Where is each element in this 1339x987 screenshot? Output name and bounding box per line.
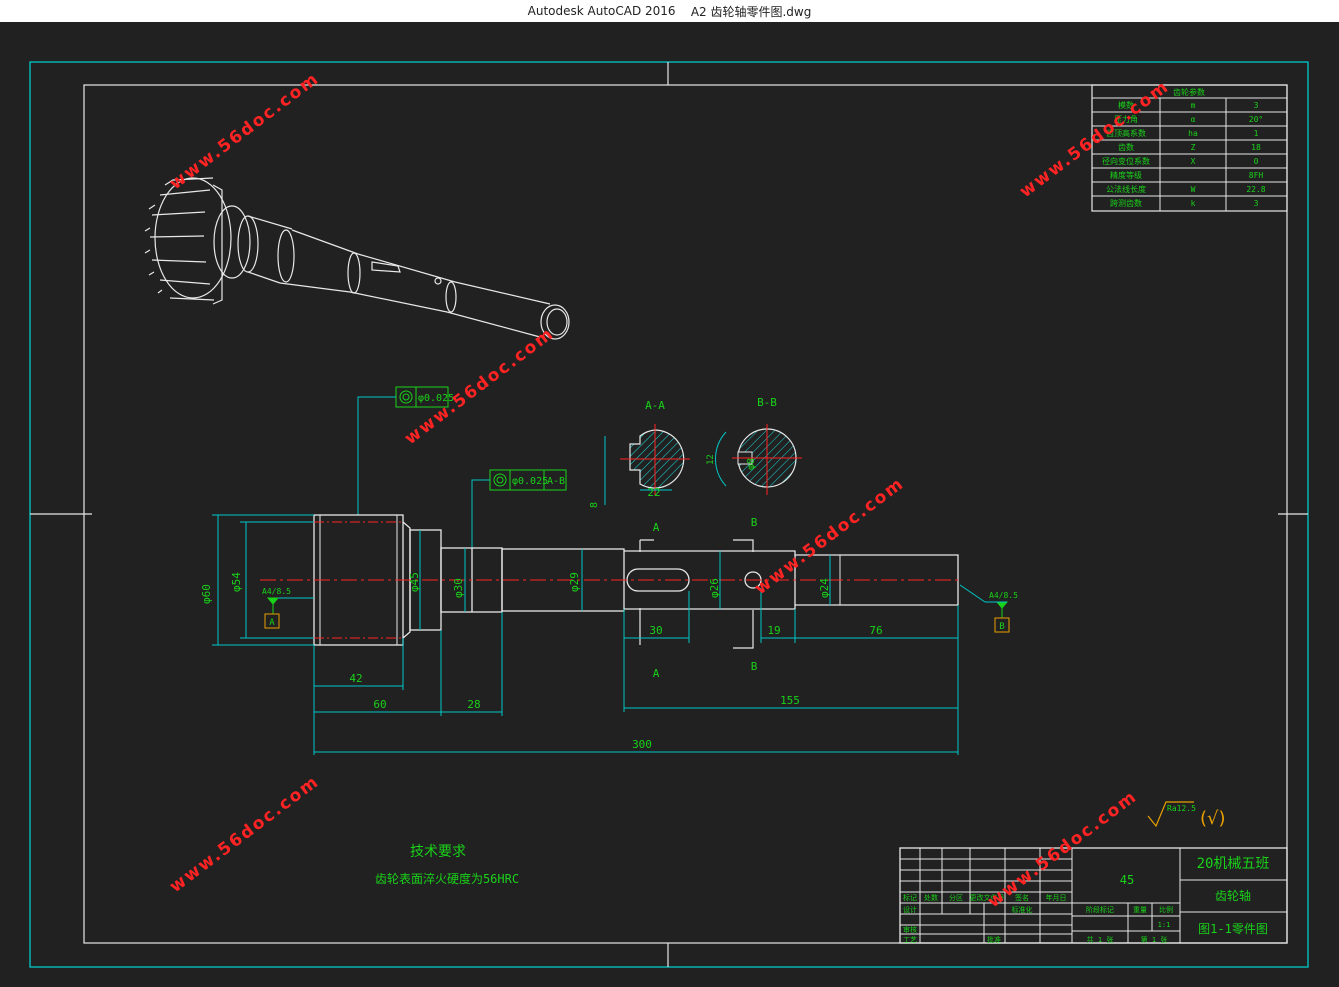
tolerance-frame-2: φ0.025 A-B [471,469,567,548]
dia-45: φ45 [408,572,421,592]
label-mark: 标记 [903,893,917,902]
sheet-no: 第 1 张 [1141,935,1168,944]
label-count: 处数 [924,893,938,902]
roughness-label-1: A4/8.5 [262,587,291,596]
tolerance-ref-2: A-B [547,476,565,487]
label-process: 工艺 [903,936,917,944]
dia-24: φ24 [818,578,831,598]
cut-mark-a-top: A [653,521,660,534]
gear-row-name: 径向变位系数 [1102,156,1150,166]
section-bb-view: B-B φ8 12 [706,396,802,495]
label-date: 年月日 [1046,893,1067,902]
gear-row-symbol: α [1191,115,1196,124]
roughness-check-icon: (√) [1200,808,1226,829]
cut-mark-a-bottom: A [653,667,660,680]
gear-row-symbol: X [1191,157,1196,166]
dim-300: 300 [632,738,652,751]
dia-54: φ54 [230,572,243,592]
drawing-canvas[interactable]: 齿轮参数 模数 m 3 压力角 α 20° 齿顶高系数 ha 1 齿数 Z 18 径向变位系数 X 0 精度等… [0,22,1339,987]
dim-28: 28 [467,698,480,711]
drawing-no: 图1-1零件图 [1198,922,1268,936]
label-approve: 批准 [987,935,1001,944]
cad-drawing[interactable]: 齿轮参数 模数 m 3压力角 α 20°齿顶高系数 ha 1齿数 Z 18径向变位系数 X 0精度等… [0,22,1339,987]
label-ratio: 比例 [1159,905,1173,914]
gear-row-value: 22.8 [1246,185,1265,194]
gear-row-symbol: m [1191,101,1196,110]
gear-row-symbol: ha [1188,129,1198,138]
watermark-3: www.56doc.com [401,323,558,449]
cut-mark-b-top: B [751,516,758,529]
gear-row-value: 0 [1254,157,1259,166]
gear-teeth [144,177,232,305]
gear-row-value: 8FH [1249,171,1264,180]
material: 45 [1120,873,1134,887]
roughness-symbol: Ra12.5 (√) [1147,801,1226,829]
section-aa-view: A-A 22 8 [589,399,690,508]
dim-76: 76 [869,624,882,637]
label-weight: 重量 [1133,906,1147,914]
dim-155: 155 [780,694,800,707]
watermark-5: www.56doc.com [166,771,323,897]
requirements-title: 技术要求 [410,844,466,860]
cut-mark-b-bottom: B [751,660,758,673]
datum-a-symbol: A4/8.5 A [262,587,314,629]
gear-row-value: 20° [1249,115,1263,124]
roughness-value: Ra12.5 [1167,804,1196,813]
label-check: 审核 [903,925,917,934]
gear-row-symbol: Z [1191,143,1196,152]
dia-29: φ29 [568,572,581,592]
datum-a-letter: A [269,618,275,628]
part-name: 齿轮轴 [1215,888,1251,903]
title-block: 45 20机械五班 齿轮轴 图1-1零件图 1:1 共 1 张 第 1 张 阶段… [899,847,1288,944]
label-stage: 阶段标记 [1086,905,1114,914]
dia-26: φ26 [708,578,721,598]
sheets-total: 共 1 张 [1087,935,1114,944]
gear-row-name: 齿数 [1118,142,1134,152]
dim-19: 19 [767,624,780,637]
dia-60: φ60 [200,584,213,604]
label-design: 设计 [903,905,917,914]
gear-row-value: 3 [1254,101,1259,110]
section-bb-dia: φ8 [746,458,757,470]
label-zone: 分区 [949,893,963,902]
gear-parameter-table: 齿轮参数 模数 m 3压力角 α 20°齿顶高系数 ha 1齿数 Z 18径向变位系数 X 0精度等… [1091,84,1288,212]
label-std: 标准化 [1012,905,1033,914]
dim-42: 42 [349,672,362,685]
gear-table-title: 齿轮参数 [1173,87,1205,97]
gear-row-name: 跨测齿数 [1110,198,1142,208]
gear-row-symbol: W [1191,185,1196,194]
dim-30: 30 [649,624,662,637]
gear-row-value: 18 [1251,143,1261,152]
roughness-label-2: A4/8.5 [989,591,1018,600]
tolerance-value-2: φ0.025 [512,476,548,487]
watermark-1: www.56doc.com [166,68,323,194]
section-bb-offset: 12 [706,454,716,465]
requirements-text: 齿轮表面淬火硬度为56HRC [375,871,519,886]
section-aa-label: A-A [645,399,665,412]
gear-row-value: 1 [1254,129,1259,138]
gear-row-name: 精度等级 [1110,170,1142,180]
dia-30: φ30 [452,578,465,598]
section-aa-depth: 8 [589,502,600,508]
window-title-bar: Autodesk AutoCAD 2016 A2 齿轮轴零件图.dwg [0,0,1339,22]
datum-b-letter: B [999,622,1004,632]
watermark-2: www.56doc.com [1016,76,1173,202]
scale: 1:1 [1158,921,1171,929]
file-title: A2 齿轮轴零件图.dwg [690,4,812,19]
isometric-shaft-view [144,177,570,340]
app-title: Autodesk AutoCAD 2016 [527,4,676,18]
diameter-dimensions [212,514,831,646]
gear-row-symbol: k [1191,199,1196,208]
dim-60: 60 [373,698,386,711]
gear-row-name: 公法线长度 [1106,184,1146,194]
gear-row-value: 3 [1254,199,1259,208]
section-aa-width: 22 [647,486,660,499]
section-bb-label: B-B [757,396,777,409]
datum-b-symbol: A4/8.5 B [959,584,1018,633]
school: 20机械五班 [1197,856,1270,872]
